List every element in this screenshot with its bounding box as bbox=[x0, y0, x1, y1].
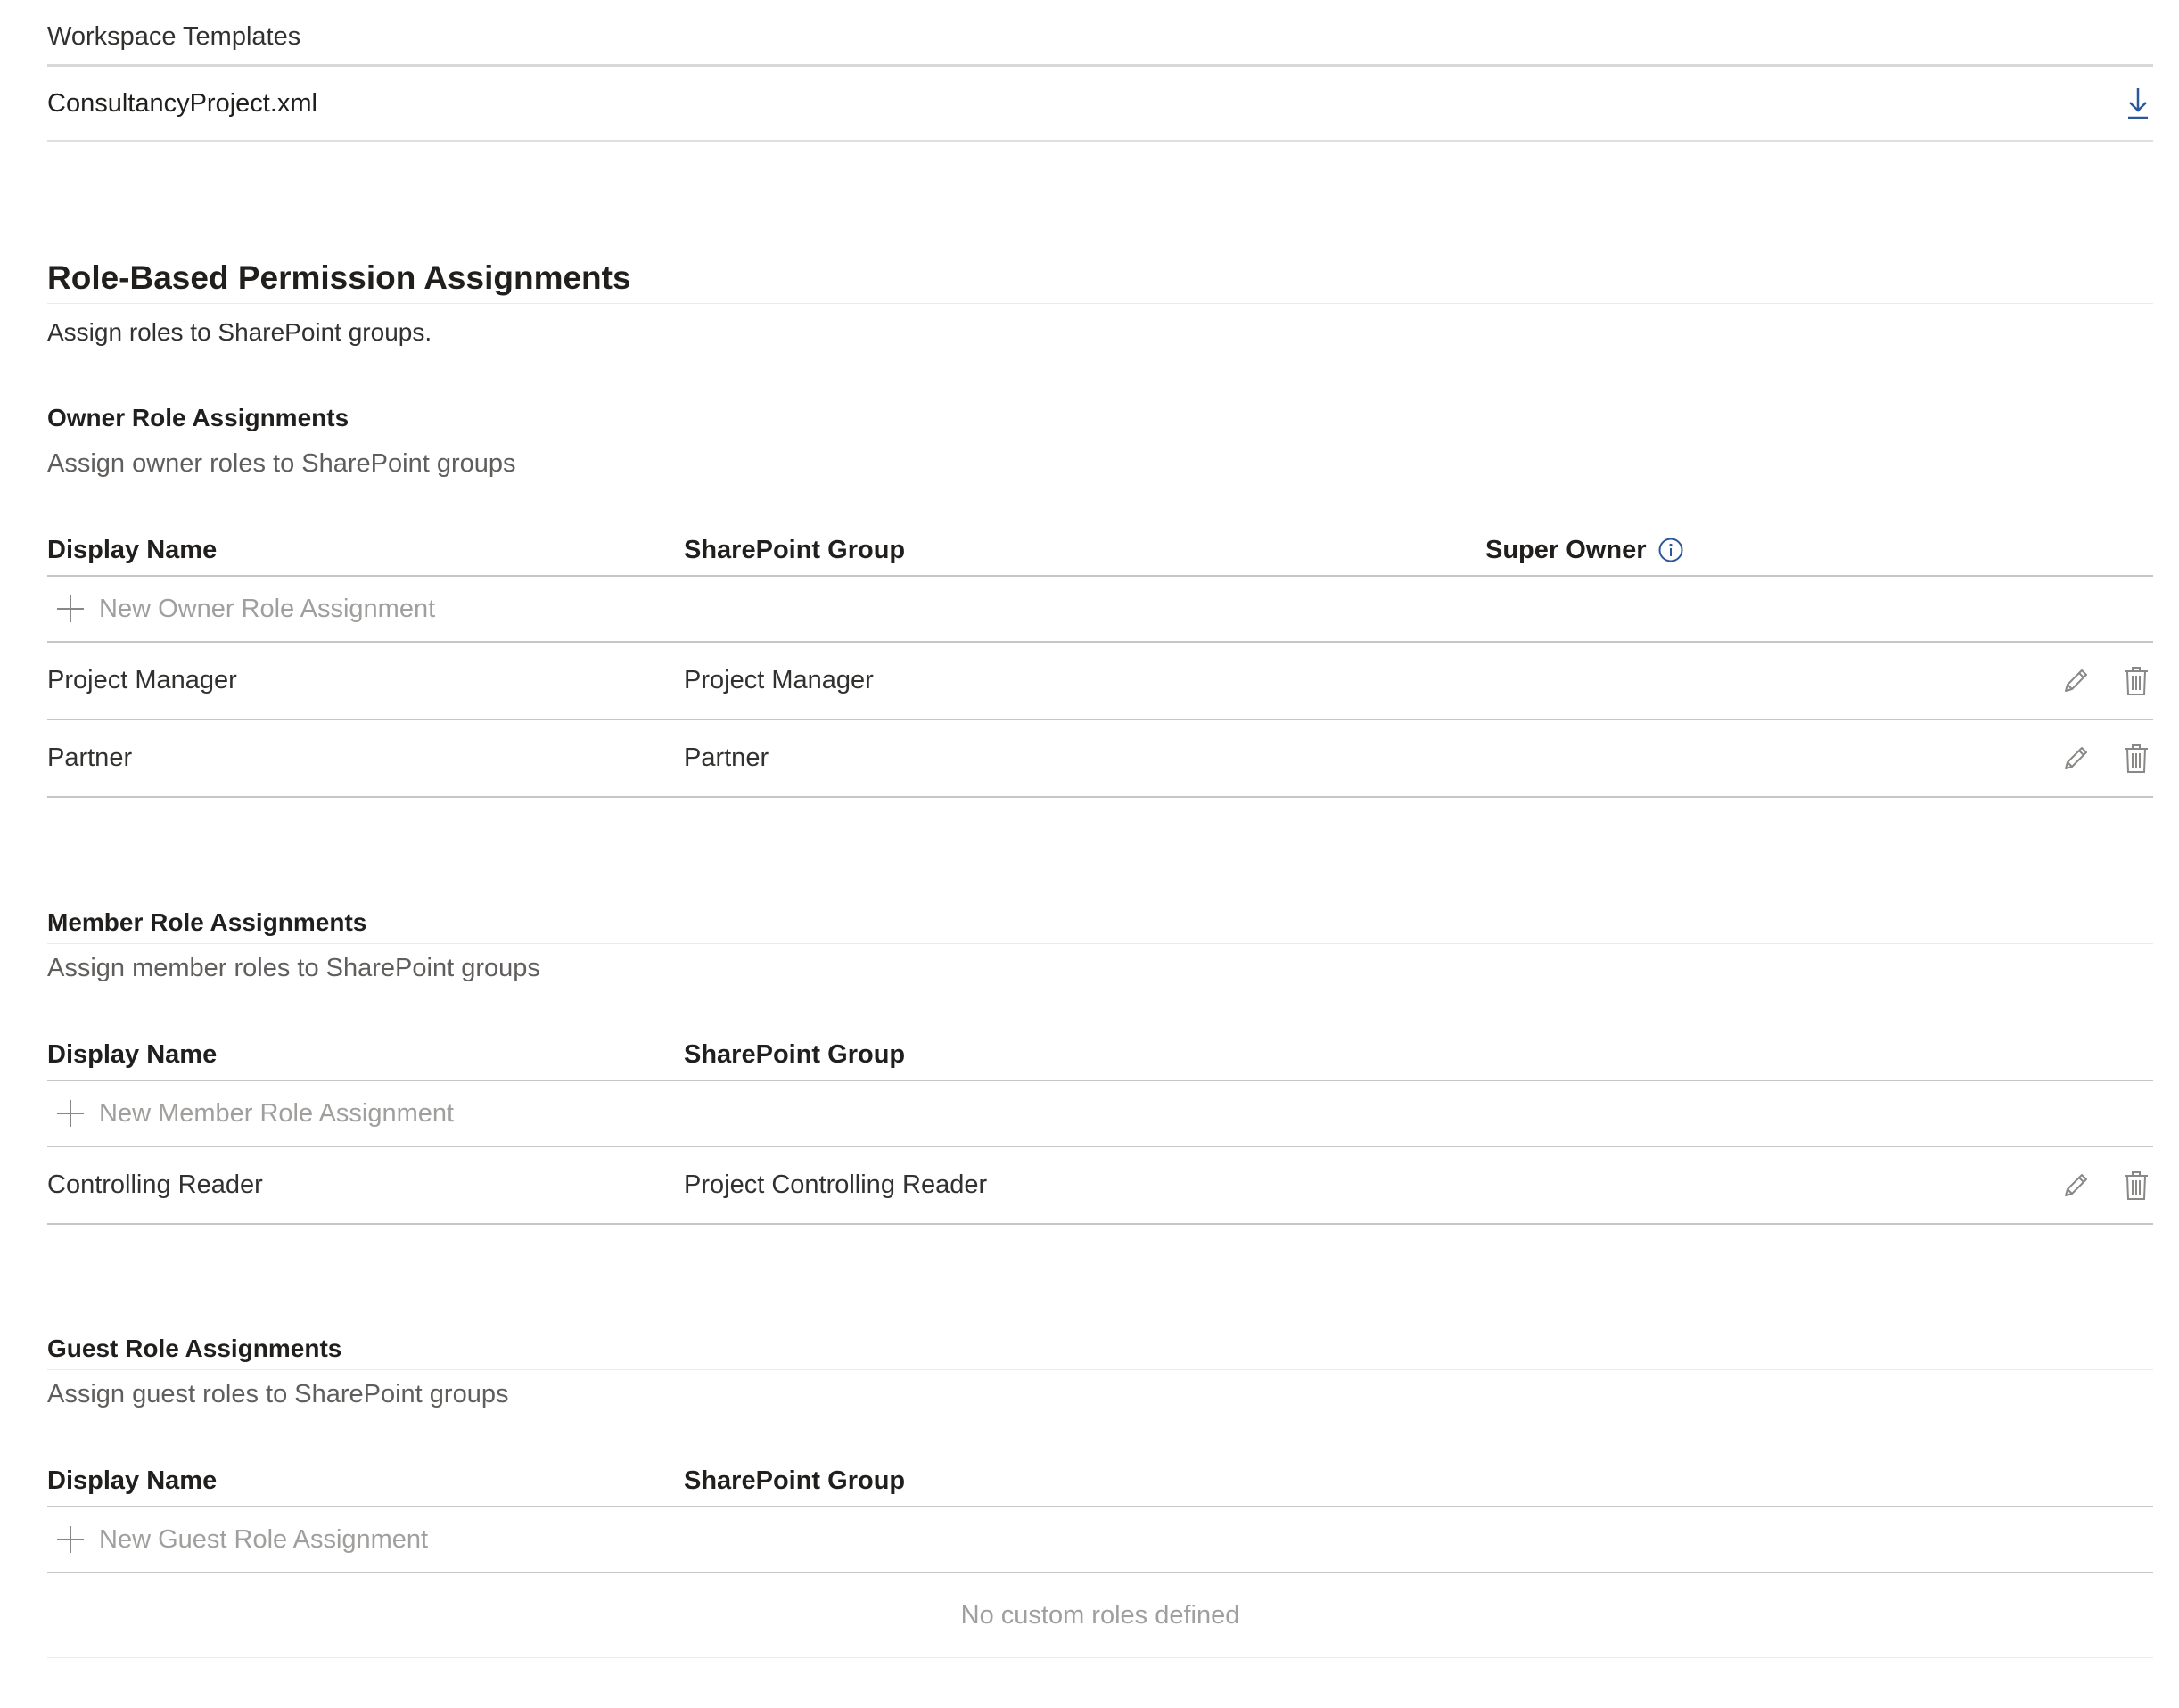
row-sharepoint-group: Partner bbox=[684, 743, 769, 772]
table-row: Controlling Reader Project Controlling R… bbox=[47, 1147, 2153, 1225]
new-member-role-assignment-button[interactable]: New Member Role Assignment bbox=[47, 1081, 2153, 1147]
member-table-header: Display Name SharePoint Group bbox=[47, 1030, 2153, 1081]
new-guest-role-label: New Guest Role Assignment bbox=[99, 1524, 429, 1554]
row-display-name: Partner bbox=[47, 743, 133, 772]
settings-page: Workspace Templates ConsultancyProject.x… bbox=[0, 0, 2179, 1708]
workspace-templates-title: Workspace Templates bbox=[47, 0, 2153, 67]
template-file-name: ConsultancyProject.xml bbox=[47, 88, 317, 118]
table-row: Partner Partner bbox=[47, 720, 2153, 798]
plus-icon bbox=[54, 1097, 86, 1129]
owner-role-section: Owner Role Assignments Assign owner role… bbox=[47, 398, 2153, 798]
column-header-sharepoint-group: SharePoint Group bbox=[684, 535, 906, 564]
edit-icon[interactable] bbox=[2059, 664, 2093, 698]
owner-section-subtitle: Assign owner roles to SharePoint groups bbox=[47, 449, 516, 478]
column-header-sharepoint-group: SharePoint Group bbox=[684, 1466, 906, 1495]
row-actions bbox=[2059, 1147, 2153, 1223]
info-icon[interactable] bbox=[1657, 537, 1684, 563]
row-display-name: Project Manager bbox=[47, 666, 237, 694]
row-sharepoint-group: Project Manager bbox=[684, 666, 874, 694]
template-file-row: ConsultancyProject.xml bbox=[47, 67, 2153, 142]
delete-icon[interactable] bbox=[2119, 742, 2153, 776]
edit-icon[interactable] bbox=[2059, 1169, 2093, 1203]
delete-icon[interactable] bbox=[2119, 1169, 2153, 1203]
column-header-display-name: Display Name bbox=[47, 1039, 218, 1069]
download-icon[interactable] bbox=[2123, 85, 2153, 122]
member-role-section: Member Role Assignments Assign member ro… bbox=[47, 902, 2153, 1225]
new-member-role-label: New Member Role Assignment bbox=[99, 1098, 455, 1128]
column-header-sharepoint-group: SharePoint Group bbox=[684, 1039, 906, 1069]
rbpa-title: Role-Based Permission Assignments bbox=[47, 251, 2153, 304]
row-display-name: Controlling Reader bbox=[47, 1170, 263, 1199]
guest-table-header: Display Name SharePoint Group bbox=[47, 1456, 2153, 1507]
new-owner-role-label: New Owner Role Assignment bbox=[99, 594, 436, 623]
new-guest-role-assignment-button[interactable]: New Guest Role Assignment bbox=[47, 1507, 2153, 1573]
delete-icon[interactable] bbox=[2119, 664, 2153, 698]
guest-section-title: Guest Role Assignments bbox=[47, 1328, 2153, 1370]
row-actions bbox=[2059, 643, 2153, 719]
column-header-display-name: Display Name bbox=[47, 535, 218, 564]
member-section-title: Member Role Assignments bbox=[47, 902, 2153, 944]
plus-icon bbox=[54, 1523, 86, 1556]
member-section-subtitle: Assign member roles to SharePoint groups bbox=[47, 954, 540, 982]
row-actions bbox=[2059, 720, 2153, 796]
plus-icon bbox=[54, 593, 86, 625]
row-sharepoint-group: Project Controlling Reader bbox=[684, 1170, 988, 1199]
new-owner-role-assignment-button[interactable]: New Owner Role Assignment bbox=[47, 577, 2153, 643]
super-owner-label: Super Owner bbox=[1485, 535, 1647, 564]
guest-role-section: Guest Role Assignments Assign guest role… bbox=[47, 1328, 2153, 1658]
guest-section-subtitle: Assign guest roles to SharePoint groups bbox=[47, 1380, 509, 1408]
rbpa-header: Role-Based Permission Assignments Assign… bbox=[47, 251, 2153, 350]
column-header-display-name: Display Name bbox=[47, 1466, 218, 1495]
owner-table-header: Display Name SharePoint Group Super Owne… bbox=[47, 525, 2153, 577]
edit-icon[interactable] bbox=[2059, 742, 2093, 776]
rbpa-subtitle: Assign roles to SharePoint groups. bbox=[47, 318, 432, 346]
owner-section-title: Owner Role Assignments bbox=[47, 398, 2153, 439]
table-row: Project Manager Project Manager bbox=[47, 643, 2153, 720]
empty-state-text: No custom roles defined bbox=[47, 1573, 2153, 1658]
workspace-templates-section: Workspace Templates ConsultancyProject.x… bbox=[47, 0, 2153, 142]
column-header-super-owner: Super Owner bbox=[1485, 536, 1684, 565]
